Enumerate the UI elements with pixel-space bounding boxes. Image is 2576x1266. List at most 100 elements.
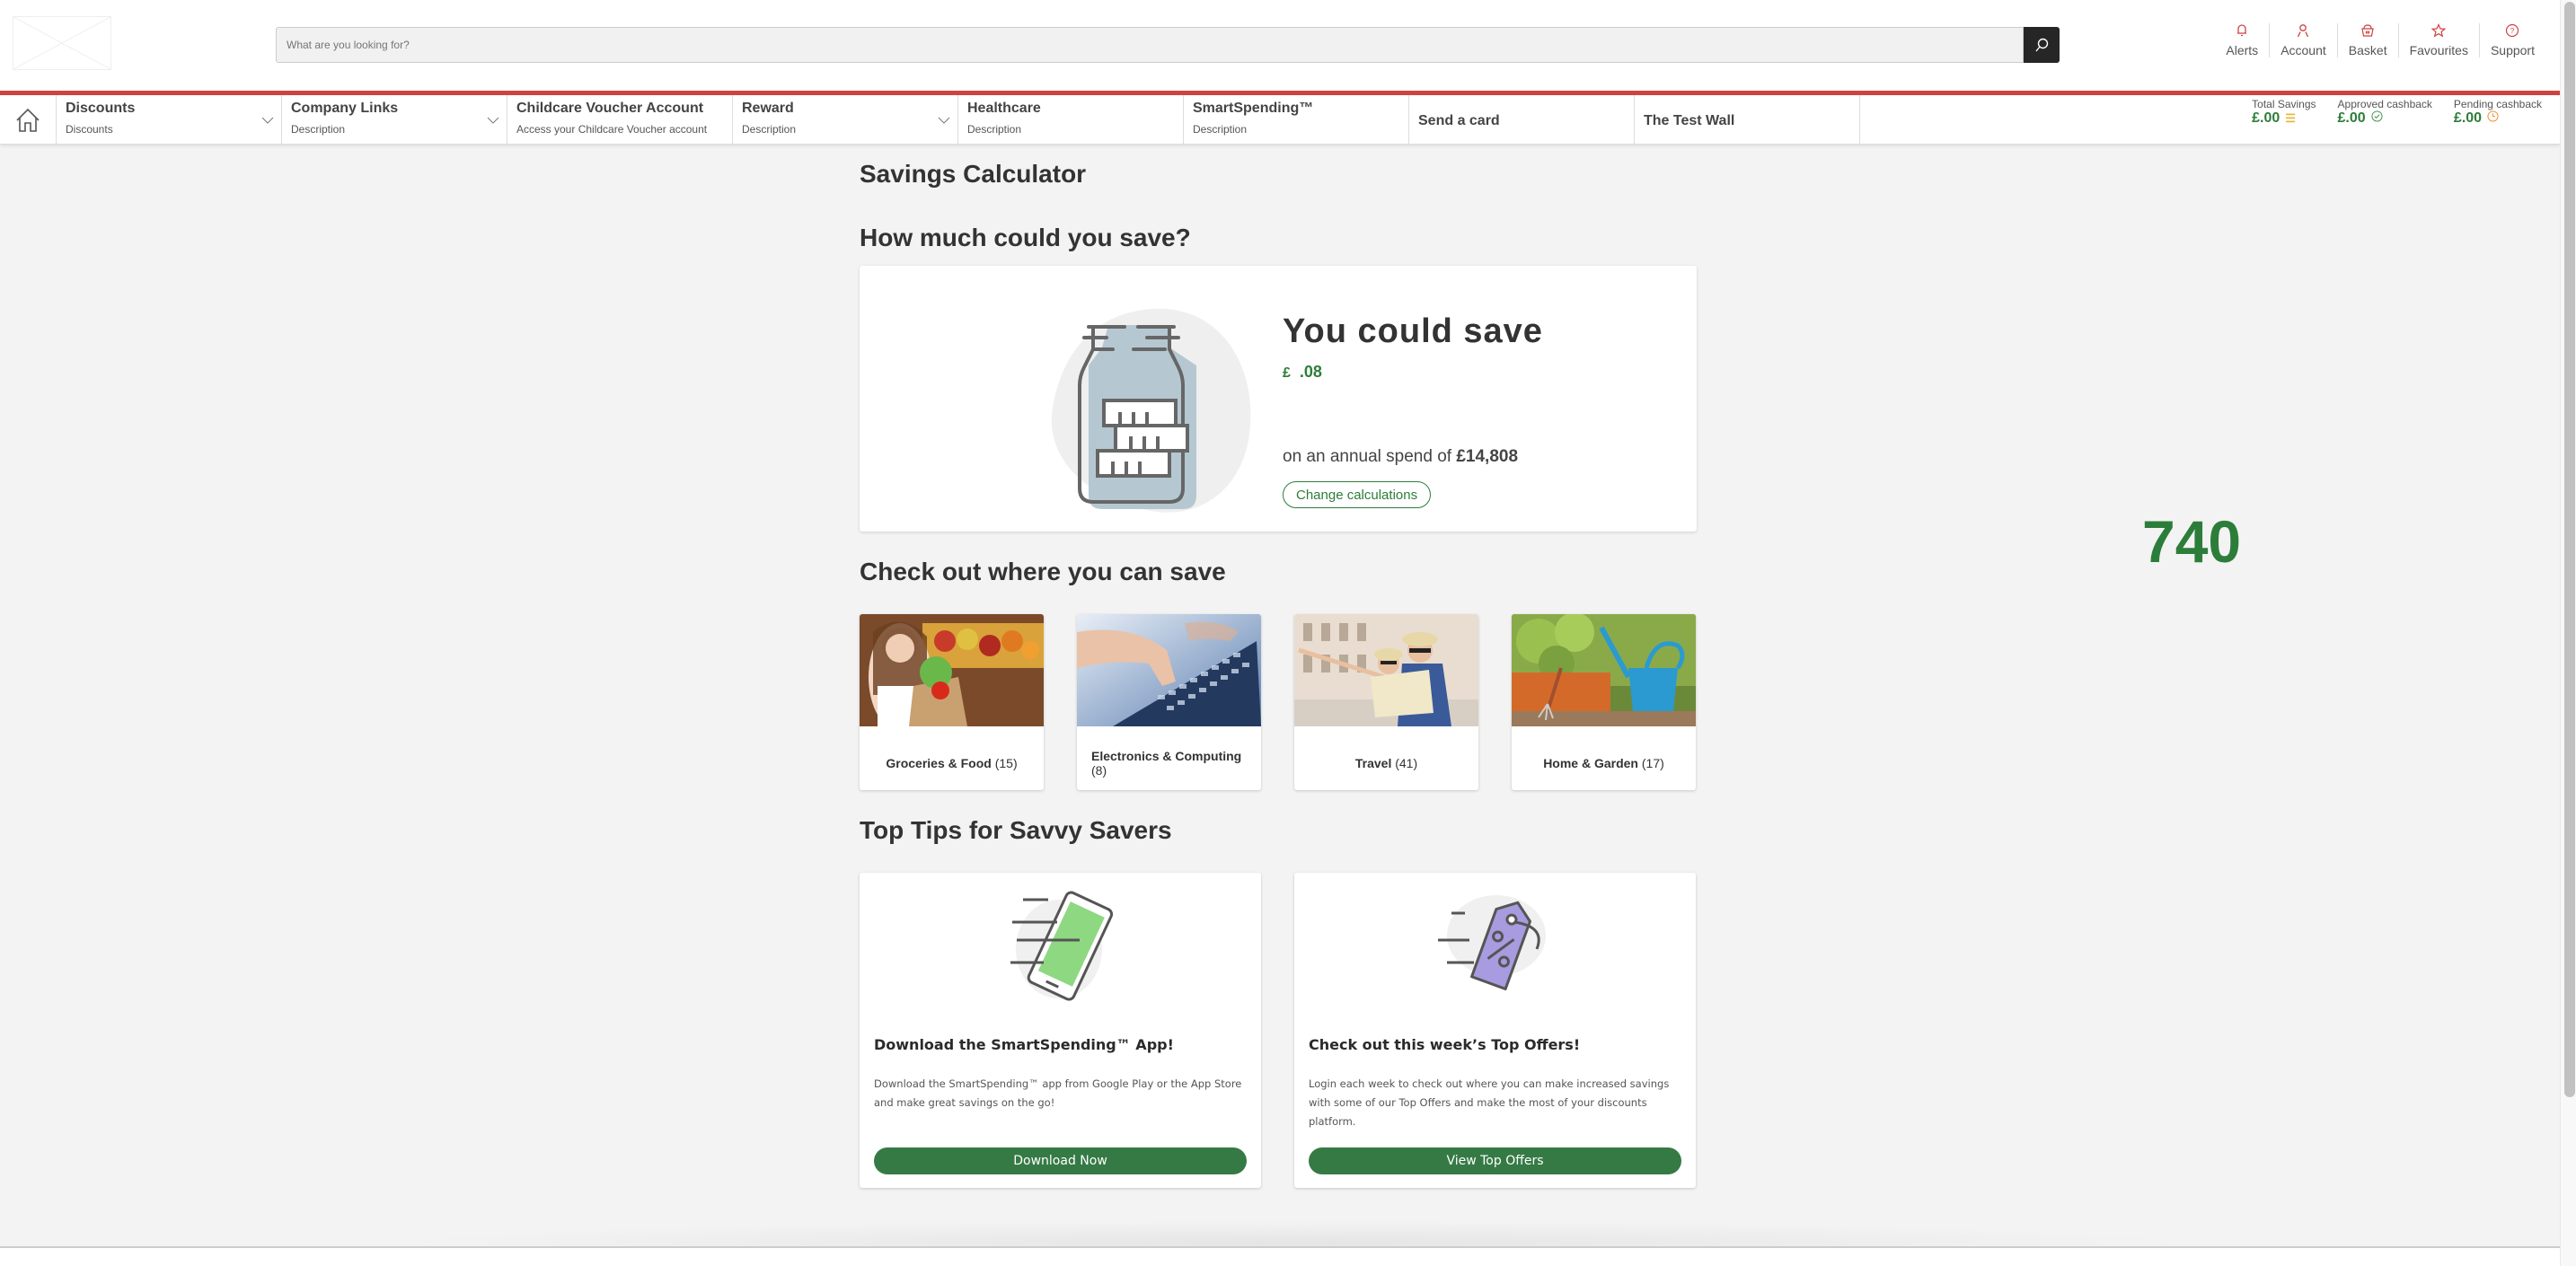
- category-card-travel[interactable]: Travel (41): [1294, 614, 1478, 790]
- category-name: Home & Garden: [1543, 755, 1638, 770]
- nav-item-desc: Description: [967, 123, 1022, 136]
- main-nav: Discounts Discounts Company Links Descri…: [0, 95, 2560, 145]
- check-circle-icon: [2371, 110, 2383, 122]
- annual-spend-prefix: on an annual spend of: [1283, 447, 1457, 466]
- nav-item-childcare-voucher[interactable]: Childcare Voucher Account Access your Ch…: [507, 95, 733, 145]
- approved-cashback-decimal: .00: [2345, 110, 2366, 126]
- currency-symbol: £: [2453, 110, 2462, 126]
- savings-whole: 740: [2142, 508, 2242, 575]
- nav-item-desc: Access your Childcare Voucher account: [516, 123, 708, 136]
- home-garden-image: [1512, 614, 1696, 726]
- chevron-down-icon: [938, 117, 950, 124]
- footer: [0, 1246, 2560, 1266]
- nav-item-desc: Description: [742, 123, 797, 136]
- category-name: Electronics & Computing: [1091, 748, 1242, 763]
- alerts-label: Alerts: [2226, 43, 2259, 57]
- category-label: Groceries & Food (15): [860, 731, 1044, 790]
- groceries-image: [860, 614, 1044, 731]
- nav-item-title: Discounts: [66, 101, 136, 116]
- category-card-groceries[interactable]: Groceries & Food (15): [860, 614, 1044, 790]
- chevron-down-icon: [261, 117, 274, 124]
- nav-item-healthcare[interactable]: Healthcare Description: [958, 95, 1184, 145]
- support-button[interactable]: ? Support: [2478, 23, 2545, 57]
- nav-item-test-wall[interactable]: The Test Wall: [1635, 95, 1860, 145]
- nav-item-title: Healthcare: [967, 101, 1041, 116]
- star-icon: [2431, 23, 2447, 38]
- savings-decimal: .08: [1299, 363, 1322, 381]
- categories-heading: Check out where you can save: [860, 558, 1226, 585]
- phone-icon: [1010, 891, 1114, 1001]
- page-title: Savings Calculator: [860, 160, 1087, 188]
- electronics-image: [1077, 614, 1261, 726]
- basket-icon: [2361, 24, 2374, 37]
- savings-calculator-card: You could save £ 740 .08 on an annual sp…: [860, 266, 2241, 575]
- home-icon: [16, 108, 40, 132]
- alerts-button[interactable]: Alerts: [2215, 23, 2269, 57]
- search-input[interactable]: [276, 27, 2024, 63]
- view-top-offers-button[interactable]: View Top Offers: [1309, 1147, 1681, 1174]
- chevron-down-icon: [487, 117, 499, 124]
- basket-label: Basket: [2348, 43, 2387, 57]
- category-count: (8): [1091, 762, 1107, 778]
- nav-item-discounts[interactable]: Discounts Discounts: [57, 95, 282, 145]
- coins-icon: ☰: [2285, 111, 2296, 125]
- savings-jar-icon: [1051, 308, 1251, 513]
- tip-title: Download the SmartSpending™ App!: [874, 1036, 1174, 1053]
- nav-item-title: SmartSpending™: [1193, 101, 1314, 116]
- nav-item-title: Company Links: [291, 101, 399, 116]
- total-savings[interactable]: Total Savings £ 160 .00 ☰: [2252, 95, 2316, 145]
- clock-icon: [2487, 110, 2499, 122]
- nav-home[interactable]: [0, 95, 57, 145]
- calc-heading: How much could you save?: [860, 224, 1191, 251]
- pending-cashback[interactable]: Pending cashback £ 50 .00: [2454, 95, 2542, 145]
- basket-button[interactable]: Basket: [2336, 23, 2398, 57]
- nav-item-reward[interactable]: Reward Description: [733, 95, 958, 145]
- favourites-label: Favourites: [2409, 43, 2468, 57]
- nav-item-send-a-card[interactable]: Send a card: [1409, 95, 1635, 145]
- nav-item-smartspending[interactable]: SmartSpending™ Description: [1184, 95, 1409, 145]
- price-tag-icon: [1438, 895, 1546, 990]
- nav-item-title: Childcare Voucher Account: [516, 101, 704, 116]
- logo-placeholder[interactable]: [13, 16, 111, 70]
- favourites-button[interactable]: Favourites: [2397, 23, 2479, 57]
- search-icon: [2035, 38, 2049, 52]
- help-icon: ?: [2506, 23, 2519, 38]
- category-name: Travel: [1354, 755, 1392, 770]
- support-label: Support: [2490, 43, 2535, 57]
- savings-amount: £ 740 .08: [1283, 363, 2241, 575]
- tip-body: Login each week to check out where you c…: [1309, 1077, 1670, 1128]
- approved-cashback[interactable]: Approved cashback £ 100 .00: [2338, 95, 2432, 145]
- account-label: Account: [2280, 43, 2326, 57]
- nav-item-company-links[interactable]: Company Links Description: [282, 95, 507, 145]
- search-bar: [276, 27, 2060, 63]
- change-calculations-button[interactable]: Change calculations: [1283, 481, 1432, 508]
- account-button[interactable]: Account: [2269, 23, 2337, 57]
- top-header: Alerts Account Basket Favourites ? Suppo…: [0, 0, 2560, 91]
- tip-body: Download the SmartSpending™ app from Goo…: [874, 1077, 1242, 1109]
- tips-list: Download the SmartSpending™ App! Downloa…: [860, 873, 1697, 1188]
- nav-item-title: Send a card: [1418, 113, 1500, 128]
- category-list: Groceries & Food (15) Electronics & Comp…: [860, 614, 1697, 790]
- tips-heading: Top Tips for Savvy Savers: [860, 816, 1172, 844]
- category-label: Home & Garden (17): [1512, 731, 1696, 790]
- annual-spend-amount: £14,808: [1456, 447, 1519, 466]
- tip-card-offers: Check out this week’s Top Offers! Login …: [1294, 873, 1696, 1188]
- category-card-electronics[interactable]: Electronics & Computing (8): [1077, 614, 1261, 790]
- category-label: Electronics & Computing (8): [1077, 731, 1261, 790]
- search-button[interactable]: [2024, 27, 2060, 63]
- approved-cashback-label: Approved cashback: [2337, 98, 2432, 110]
- savings-summary: Total Savings £ 160 .00 ☰ Approved cashb…: [2252, 95, 2542, 145]
- travel-image: [1294, 614, 1478, 726]
- total-savings-label: Total Savings: [2252, 98, 2316, 110]
- tip-card-app: Download the SmartSpending™ App! Downloa…: [860, 873, 1261, 1188]
- scrollbar-thumb[interactable]: [2564, 2, 2575, 1097]
- bell-icon: [2237, 24, 2247, 37]
- nav-item-title: Reward: [742, 101, 794, 116]
- annual-spend-text: on an annual spend of £14,808: [1283, 447, 1518, 467]
- total-savings-decimal: .00: [2260, 110, 2280, 126]
- nav-item-desc: Discounts: [66, 123, 113, 136]
- page-scrollbar[interactable]: [2560, 0, 2576, 1266]
- category-card-home-garden[interactable]: Home & Garden (17): [1512, 614, 1696, 790]
- header-actions: Alerts Account Basket Favourites ? Suppo…: [2215, 23, 2545, 57]
- download-now-button[interactable]: Download Now: [874, 1147, 1247, 1174]
